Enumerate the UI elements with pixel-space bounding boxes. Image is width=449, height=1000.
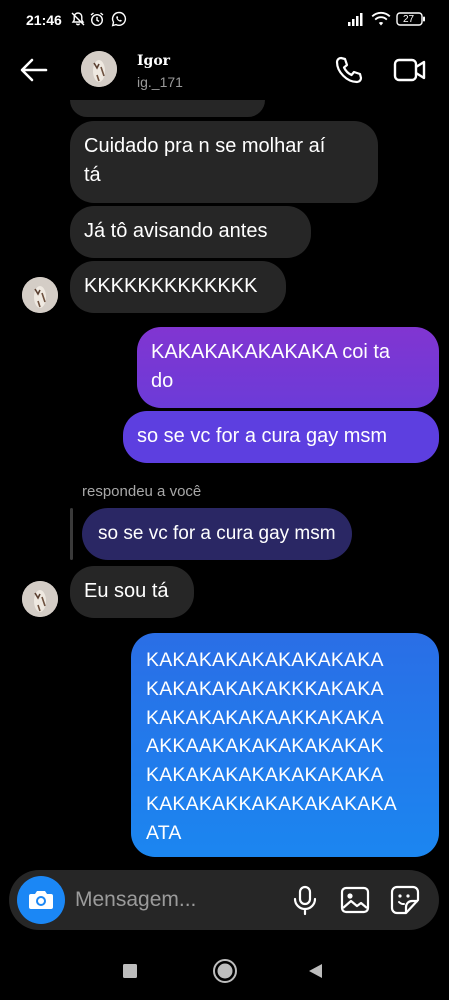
received-message[interactable]: Eu sou tá	[70, 566, 194, 618]
home-circle-icon[interactable]	[212, 958, 238, 984]
system-navigation-bar	[0, 940, 449, 1000]
wifi-icon	[371, 11, 391, 26]
contact-avatar[interactable]	[81, 51, 117, 87]
phone-icon	[335, 56, 363, 84]
avatar-image	[22, 581, 58, 617]
received-message[interactable]: Já tô avisando antes	[70, 206, 311, 258]
alarm-icon	[90, 12, 104, 27]
contact-handle[interactable]: ig._171	[137, 74, 183, 90]
message-input[interactable]	[75, 886, 275, 914]
avatar-image	[81, 51, 117, 87]
received-message[interactable]: KKKKKKKKKKKKK	[70, 261, 286, 313]
sent-message[interactable]: KAKAKAKAKAKAKA coi ta do	[137, 327, 439, 408]
reply-indicator-bar	[70, 508, 73, 560]
message-composer	[9, 870, 439, 930]
contact-avatar-small[interactable]	[22, 277, 58, 313]
status-bar: 21:46 27	[0, 0, 449, 40]
signal-icon	[348, 13, 363, 26]
video-camera-icon	[393, 58, 426, 82]
sent-message[interactable]: so se vc for a cura gay msm	[123, 411, 439, 463]
recents-square-icon[interactable]	[122, 963, 138, 979]
contact-name[interactable]: Igor	[137, 53, 170, 69]
contact-avatar-small[interactable]	[22, 581, 58, 617]
back-triangle-icon[interactable]	[307, 962, 325, 980]
reply-label: respondeu a você	[82, 483, 202, 500]
arrow-left-icon	[20, 58, 48, 82]
video-call-button[interactable]	[392, 54, 428, 86]
battery-level: 27	[403, 14, 415, 25]
avatar-image	[22, 277, 58, 313]
voice-message-button[interactable]	[289, 884, 321, 916]
message-bubble-cut-off	[70, 100, 265, 117]
status-time: 21:46	[26, 12, 62, 28]
camera-button[interactable]	[17, 876, 65, 924]
back-button[interactable]	[16, 54, 52, 86]
microphone-icon	[293, 885, 317, 916]
replied-message-quote[interactable]: so se vc for a cura gay msm	[82, 508, 352, 560]
sticker-button[interactable]	[389, 884, 421, 916]
call-button[interactable]	[333, 54, 365, 86]
gallery-button[interactable]	[339, 884, 371, 916]
sticker-icon	[390, 885, 420, 915]
sent-message[interactable]: KAKAKAKAKAKAKAKAKA KAKAKAKAKAKKKAKAKA KA…	[131, 633, 439, 857]
camera-icon	[29, 891, 53, 909]
chat-header: Igor ig._171	[0, 40, 449, 100]
received-message[interactable]: Cuidado pra n se molhar aí tá	[70, 121, 378, 203]
notifications-muted-icon	[71, 12, 85, 26]
whatsapp-icon	[111, 11, 127, 27]
image-gallery-icon	[340, 886, 370, 914]
